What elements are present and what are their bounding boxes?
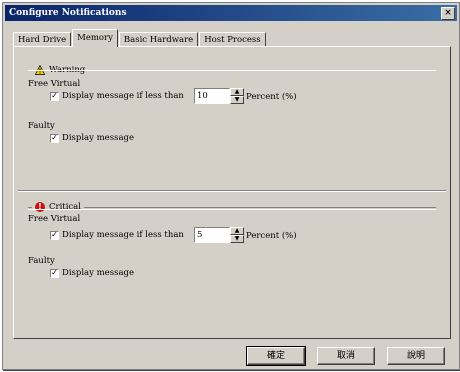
critical-free-virtual-label: Free Virtual bbox=[28, 214, 81, 224]
critical-group-header: ! Critical bbox=[32, 202, 84, 212]
tab-strip: Hard Drive Memory Basic Hardware Host Pr… bbox=[13, 29, 267, 47]
critical-free-virtual-checkbox-row[interactable]: ✓ Display message if less than bbox=[50, 230, 184, 240]
warning-faulty-check-label: Display message bbox=[62, 133, 134, 143]
warning-faulty-checkbox[interactable]: ✓ bbox=[50, 133, 59, 143]
critical-faulty-checkbox[interactable]: ✓ bbox=[50, 268, 59, 278]
critical-group: ! Critical Free Virtual ✓ Display messag… bbox=[28, 202, 436, 318]
warning-group-header: Warning bbox=[32, 65, 89, 75]
spin-down-button[interactable]: ▼ bbox=[230, 235, 244, 243]
window-title: Configure Notifications bbox=[9, 8, 127, 18]
warning-free-virtual-label: Free Virtual bbox=[28, 79, 81, 89]
warning-triangle-icon bbox=[35, 65, 45, 75]
configure-notifications-dialog: Configure Notifications × Hard Drive Mem… bbox=[2, 2, 460, 370]
title-bar[interactable]: Configure Notifications × bbox=[5, 5, 457, 21]
spin-down-button[interactable]: ▼ bbox=[230, 96, 244, 104]
close-button[interactable]: × bbox=[441, 7, 455, 20]
critical-faulty-label: Faulty bbox=[28, 256, 55, 266]
warning-free-virtual-checkbox-row[interactable]: ✓ Display message if less than bbox=[50, 91, 184, 101]
critical-title: Critical bbox=[49, 202, 81, 212]
critical-threshold-spinner: 5 ▲ ▼ bbox=[194, 227, 244, 243]
warning-title: Warning bbox=[49, 65, 86, 75]
tab-memory[interactable]: Memory bbox=[72, 29, 118, 47]
tab-host-process[interactable]: Host Process bbox=[199, 32, 266, 47]
warning-percent-label: Percent (%) bbox=[246, 92, 297, 102]
warning-faulty-checkbox-row[interactable]: ✓ Display message bbox=[50, 133, 134, 143]
critical-free-virtual-check-label: Display message if less than bbox=[62, 230, 184, 240]
critical-threshold-input[interactable]: 5 bbox=[194, 227, 230, 243]
section-divider bbox=[18, 190, 446, 192]
critical-stop-icon: ! bbox=[35, 202, 45, 212]
spin-up-button[interactable]: ▲ bbox=[230, 227, 244, 235]
critical-faulty-check-label: Display message bbox=[62, 268, 134, 278]
tab-basic-hardware[interactable]: Basic Hardware bbox=[118, 32, 199, 47]
cancel-button[interactable]: 取消 bbox=[317, 347, 375, 365]
warning-threshold-spinner: 10 ▲ ▼ bbox=[194, 88, 244, 104]
critical-free-virtual-checkbox[interactable]: ✓ bbox=[50, 230, 59, 240]
warning-free-virtual-checkbox[interactable]: ✓ bbox=[50, 91, 59, 101]
warning-threshold-input[interactable]: 10 bbox=[194, 88, 230, 104]
memory-tab-panel: Warning Free Virtual ✓ Display message i… bbox=[13, 46, 451, 339]
ok-button[interactable]: 確定 bbox=[246, 346, 306, 366]
warning-faulty-label: Faulty bbox=[28, 121, 55, 131]
spin-up-button[interactable]: ▲ bbox=[230, 88, 244, 96]
critical-percent-label: Percent (%) bbox=[246, 231, 297, 241]
help-button[interactable]: 說明 bbox=[387, 347, 445, 365]
warning-free-virtual-check-label: Display message if less than bbox=[62, 91, 184, 101]
warning-group: Warning Free Virtual ✓ Display message i… bbox=[28, 65, 436, 189]
tab-hard-drive[interactable]: Hard Drive bbox=[13, 32, 72, 47]
critical-faulty-checkbox-row[interactable]: ✓ Display message bbox=[50, 268, 134, 278]
